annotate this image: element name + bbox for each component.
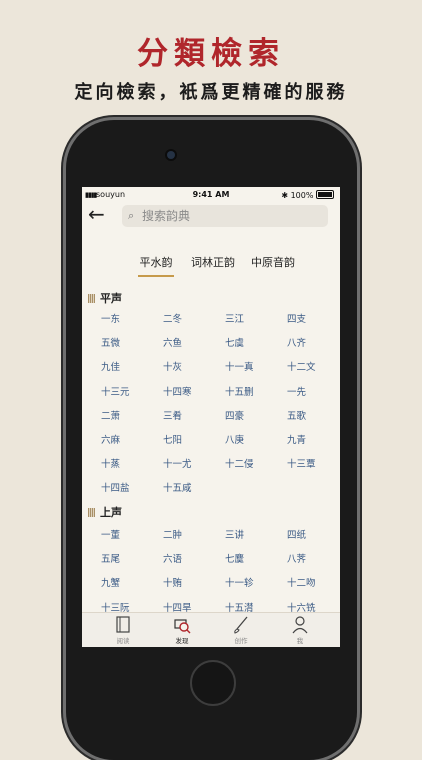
rhyme-item[interactable]: 三讲 [225,529,244,543]
rhyme-item[interactable]: 十灰 [163,361,182,375]
tabbar-item-read[interactable]: 阅读 [98,615,148,645]
rhyme-item[interactable]: 十三覃 [287,458,316,472]
rhyme-item[interactable]: 十二吻 [287,577,316,591]
rhyme-item[interactable]: 九佳 [101,361,120,375]
rhyme-item[interactable]: 二冬 [163,313,182,327]
status-right: ✱ 100% [281,190,334,200]
user-icon [292,616,308,634]
section-marker-icon [88,508,95,517]
rhyme-item[interactable]: 九蟹 [101,577,120,591]
rhyme-item[interactable]: 一先 [287,386,306,400]
rhyme-item[interactable]: 十贿 [163,577,182,591]
rhyme-item[interactable]: 七虞 [225,337,244,351]
rhyme-item[interactable]: 十四盐 [101,482,130,496]
search-input[interactable] [142,207,322,225]
tabbar-item-create[interactable]: 创作 [216,615,266,645]
tabbar-item-me[interactable]: 我 [275,615,325,645]
rhyme-item[interactable]: 十二文 [287,361,316,375]
discover-icon [174,619,191,634]
rhyme-item[interactable]: 十五删 [225,386,254,400]
bottom-tab-bar: 阅读 发现 创作 我 [82,612,340,647]
section-heading-ping: 平声 [88,290,122,305]
battery-percent: 100% [290,191,314,200]
rhyme-item[interactable]: 十一真 [225,361,254,375]
rhyme-item[interactable]: 八庚 [225,434,244,448]
bluetooth-icon: ✱ [281,191,289,200]
rhyme-book-tabs: 平水韵 词林正韵 中原音韵 [82,255,340,277]
rhyme-item[interactable]: 六麻 [101,434,120,448]
status-bar: ▮▮▮▮ souyun 9:41 AM ✱ 100% [82,187,340,203]
rhyme-item[interactable]: 四纸 [287,529,306,543]
rhyme-item[interactable]: 八齐 [287,337,306,351]
rhyme-item[interactable]: 一董 [101,529,120,543]
rhyme-item[interactable]: 十五咸 [163,482,192,496]
rhyme-item[interactable]: 十四寒 [163,386,192,400]
rhyme-item[interactable]: 五歌 [287,410,306,424]
rhyme-item[interactable]: 十一轸 [225,577,254,591]
tab-cilin[interactable]: 词林正韵 [190,255,236,277]
section-heading-shang: 上声 [88,504,122,519]
rhyme-item[interactable]: 四支 [287,313,306,327]
rhyme-item[interactable]: 十三元 [101,386,130,400]
rhyme-item[interactable]: 十二侵 [225,458,254,472]
rhyme-item[interactable]: 三江 [225,313,244,327]
promo-subtitle: 定向檢索，衹爲更精確的服務 [74,82,348,103]
rhyme-item[interactable]: 七阳 [163,434,182,448]
rhyme-item[interactable]: 三肴 [163,410,182,424]
rhyme-item[interactable]: 六鱼 [163,337,182,351]
rhyme-item[interactable]: 五微 [101,337,120,351]
brush-icon [234,616,248,634]
rhyme-item[interactable]: 十蒸 [101,458,120,472]
section-marker-icon [88,294,95,303]
tab-zhongyuan[interactable]: 中原音韵 [250,255,296,277]
app-screen: ▮▮▮▮ souyun 9:41 AM ✱ 100% ← ⌕ 平水韵 词林正韵 … [82,187,340,647]
search-icon: ⌕ [128,209,135,222]
promo-title: 分類檢索 [137,36,285,72]
rhyme-item[interactable]: 十一尤 [163,458,192,472]
rhyme-item[interactable]: 五尾 [101,553,120,567]
rhyme-item[interactable]: 六语 [163,553,182,567]
back-arrow-icon[interactable]: ← [88,204,110,226]
rhyme-item[interactable]: 二萧 [101,410,120,424]
rhyme-item[interactable]: 八荠 [287,553,306,567]
book-icon [116,616,130,633]
search-bar[interactable]: ⌕ [122,205,328,227]
tabbar-item-discover[interactable]: 发现 [157,615,207,645]
tab-pingshui[interactable]: 平水韵 [138,255,174,277]
rhyme-item[interactable]: 一东 [101,313,120,327]
battery-icon [316,190,334,199]
rhyme-item[interactable]: 四豪 [225,410,244,424]
home-button[interactable] [190,660,236,706]
rhyme-item[interactable]: 七麌 [225,553,244,567]
rhyme-item[interactable]: 九青 [287,434,306,448]
front-camera [167,151,175,159]
rhyme-item[interactable]: 二肿 [163,529,182,543]
